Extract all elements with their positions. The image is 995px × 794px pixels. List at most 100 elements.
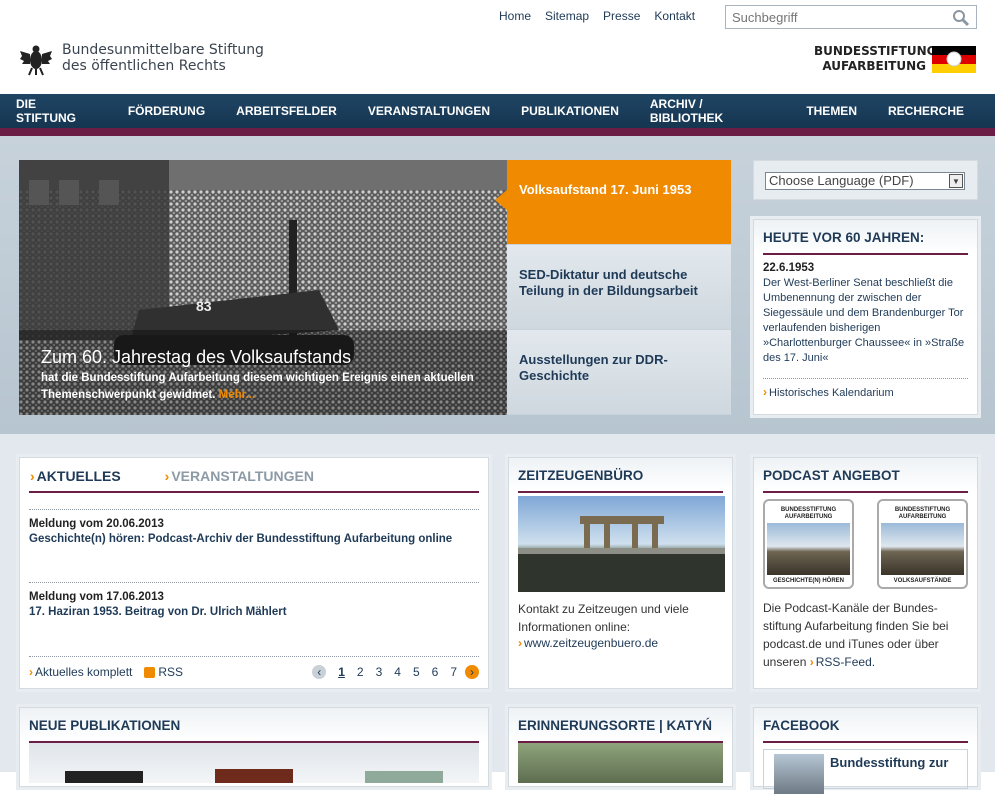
heute-text: Der West-Berliner Senat beschließt die U…: [763, 277, 965, 364]
cover-label: GESCHICHTE(N) HÖREN: [772, 578, 844, 584]
page-link[interactable]: 7: [450, 665, 457, 679]
page-link[interactable]: 4: [394, 665, 401, 679]
hero-title[interactable]: Zum 60. Jahrestag des Volksaufstands: [41, 346, 501, 368]
podcast-heading: PODCAST ANGEBOT: [754, 458, 977, 491]
cover-brand: BUNDESSTIFTUNG AUFARBEITUNG: [894, 507, 951, 520]
hero-tab-ausstellungen[interactable]: Ausstellungen zur DDR-Geschichte: [507, 330, 731, 415]
nav-item-publikationen[interactable]: PUBLIKATIONEN: [521, 104, 619, 118]
hero-body: hat die Bundesstiftung Aufarbeitung dies…: [41, 372, 474, 401]
zeitzeugen-heading: ZEITZEUGENBÜRO: [509, 458, 732, 491]
zeitzeugen-text: Kontakt zu Zeitzeugen und viele Informat…: [518, 602, 689, 634]
hero-teaser[interactable]: 83 Zum 60. Jahrestag des Volksaufstands …: [19, 160, 507, 415]
rss-feed-link[interactable]: RSS-Feed.: [816, 655, 875, 669]
brand-line-1: BUNDESSTIFTUNG: [814, 44, 937, 58]
heute-date: 22.6.1953: [763, 262, 815, 274]
heute-separator: [763, 378, 968, 379]
top-link-kontakt[interactable]: Kontakt: [654, 9, 695, 23]
search-icon[interactable]: [952, 9, 970, 30]
chevron-right-icon: ›: [30, 468, 35, 484]
facebook-page-name[interactable]: Bundesstiftung zur: [830, 755, 948, 770]
news-footer: › Aktuelles komplett RSS ‹ 1 2 3 4 5 6 7…: [29, 656, 479, 679]
chevron-down-icon[interactable]: ▼: [949, 174, 963, 188]
chevron-right-icon: ›: [29, 665, 33, 679]
foundation-claim: Bundesunmittelbare Stiftung des öffentli…: [62, 42, 264, 74]
zeitzeugen-link[interactable]: › www.zeitzeugenbuero.de: [518, 636, 723, 650]
tab-veranstaltungen[interactable]: › VERANSTALTUNGEN: [165, 468, 314, 491]
top-link-sitemap[interactable]: Sitemap: [545, 9, 589, 23]
news-tabs: › AKTUELLES › VERANSTALTUNGEN: [20, 458, 488, 491]
chevron-right-icon: ›: [518, 636, 522, 650]
nav-item-veranstaltungen[interactable]: VERANSTALTUNGEN: [368, 104, 490, 118]
news-item[interactable]: Meldung vom 17.06.2013 17. Haziran 1953.…: [20, 583, 488, 655]
top-link-presse[interactable]: Presse: [603, 9, 640, 23]
podcast-covers: BUNDESSTIFTUNG AUFARBEITUNG GESCHICHTE(N…: [763, 499, 968, 589]
next-page-icon[interactable]: ›: [465, 665, 479, 679]
rss-icon[interactable]: [144, 666, 156, 678]
brand-logo-text[interactable]: BUNDESSTIFTUNG AUFARBEITUNG: [814, 44, 937, 74]
zeitzeugen-rule: [518, 491, 723, 493]
nav-item-archiv[interactable]: ARCHIV / BIBLIOTHEK: [650, 97, 775, 125]
nav-item-foerderung[interactable]: FÖRDERUNG: [128, 104, 205, 118]
news-item-meta: Meldung vom 20.06.2013: [29, 518, 164, 530]
news-item[interactable]: Meldung vom 20.06.2013 Geschichte(n) hör…: [20, 510, 488, 582]
kalendarium-label: Historisches Kalendarium: [769, 387, 894, 399]
pagination: ‹ 1 2 3 4 5 6 7 ›: [300, 665, 479, 679]
zeitzeugen-link-label: www.zeitzeugenbuero.de: [524, 636, 659, 650]
heute-box: HEUTE VOR 60 JAHREN: 22.6.1953 Der West-…: [753, 219, 978, 415]
top-link-home[interactable]: Home: [499, 9, 531, 23]
hero-caption: Zum 60. Jahrestag des Volksaufstands hat…: [41, 346, 501, 404]
hero-more-link[interactable]: Mehr...: [219, 389, 255, 401]
book-cover[interactable]: [365, 771, 443, 783]
tab-veranstaltungen-label: VERANSTALTUNGEN: [171, 468, 314, 484]
kalendarium-link[interactable]: › Historisches Kalendarium: [763, 385, 968, 399]
publikationen-carousel[interactable]: [29, 743, 479, 783]
flag-icon: [932, 46, 976, 73]
news-box: › AKTUELLES › VERANSTALTUNGEN Meldung vom …: [19, 457, 489, 689]
podcast-box: PODCAST ANGEBOT BUNDESSTIFTUNG AUFARBEIT…: [753, 457, 978, 689]
tank-number: 83: [196, 298, 212, 314]
cover-label: VOLKSAUFSTÄNDE: [893, 578, 952, 584]
hero-tab-volksaufstand[interactable]: Volksaufstand 17. Juni 1953: [495, 160, 731, 245]
heute-heading: HEUTE VOR 60 JAHREN:: [754, 220, 977, 253]
tab-aktuelles-label: AKTUELLES: [36, 468, 121, 484]
cover-image: [881, 523, 964, 575]
aktuelles-komplett-link[interactable]: Aktuelles komplett: [35, 665, 132, 679]
nav-item-stiftung[interactable]: DIE STIFTUNG: [16, 97, 97, 125]
hero-tab-sed-diktatur[interactable]: SED-Diktatur und deutsche Teilung in der…: [507, 245, 731, 330]
page-link[interactable]: 5: [413, 665, 420, 679]
news-item-headline[interactable]: 17. Haziran 1953. Beitrag von Dr. Ulrich…: [29, 606, 479, 618]
federal-eagle-icon[interactable]: [19, 42, 53, 79]
page-link[interactable]: 2: [357, 665, 364, 679]
podcast-text: Die Podcast-Kanäle der Bundes-stiftung A…: [763, 599, 968, 671]
podcast-cover-volksaufstaende[interactable]: BUNDESSTIFTUNG AUFARBEITUNG VOLKSAUFSTÄN…: [877, 499, 968, 589]
heute-rule: [763, 253, 968, 255]
chevron-right-icon: ›: [164, 468, 170, 484]
book-cover[interactable]: [65, 771, 143, 783]
facebook-widget[interactable]: Bundesstiftung zur: [763, 749, 968, 794]
nav-item-recherche[interactable]: RECHERCHE: [888, 104, 964, 118]
podcast-cover-geschichten[interactable]: BUNDESSTIFTUNG AUFARBEITUNG GESCHICHTE(N…: [763, 499, 854, 589]
news-item-headline[interactable]: Geschichte(n) hören: Podcast-Archiv der …: [29, 533, 479, 545]
nav-divider: [0, 128, 995, 136]
hero-text: hat die Bundesstiftung Aufarbeitung dies…: [41, 370, 501, 404]
erinnerungsorte-heading: ERINNERUNGSORTE | KATYŃ: [509, 708, 732, 741]
katyn-image[interactable]: [518, 743, 723, 783]
rss-link[interactable]: RSS: [158, 665, 183, 679]
language-box: Choose Language (PDF) ▼: [753, 160, 978, 200]
language-select[interactable]: Choose Language (PDF) ▼: [765, 172, 965, 190]
search-box: [725, 5, 977, 29]
main-navigation: DIE STIFTUNG FÖRDERUNG ARBEITSFELDER VER…: [0, 94, 995, 128]
book-cover[interactable]: [215, 769, 293, 783]
cover-image: [767, 523, 850, 575]
page-link[interactable]: 1: [338, 665, 345, 679]
nav-item-arbeitsfelder[interactable]: ARBEITSFELDER: [236, 104, 337, 118]
page-link[interactable]: 6: [432, 665, 439, 679]
search-input[interactable]: [726, 6, 946, 28]
tab-aktuelles[interactable]: › AKTUELLES: [30, 468, 121, 491]
cover-brand: BUNDESSTIFTUNG AUFARBEITUNG: [780, 507, 837, 520]
nav-item-themen[interactable]: THEMEN: [806, 104, 857, 118]
brandenburg-gate-image[interactable]: [518, 496, 725, 592]
podcast-rule: [763, 491, 968, 493]
prev-page-icon[interactable]: ‹: [312, 665, 327, 679]
page-link[interactable]: 3: [376, 665, 383, 679]
